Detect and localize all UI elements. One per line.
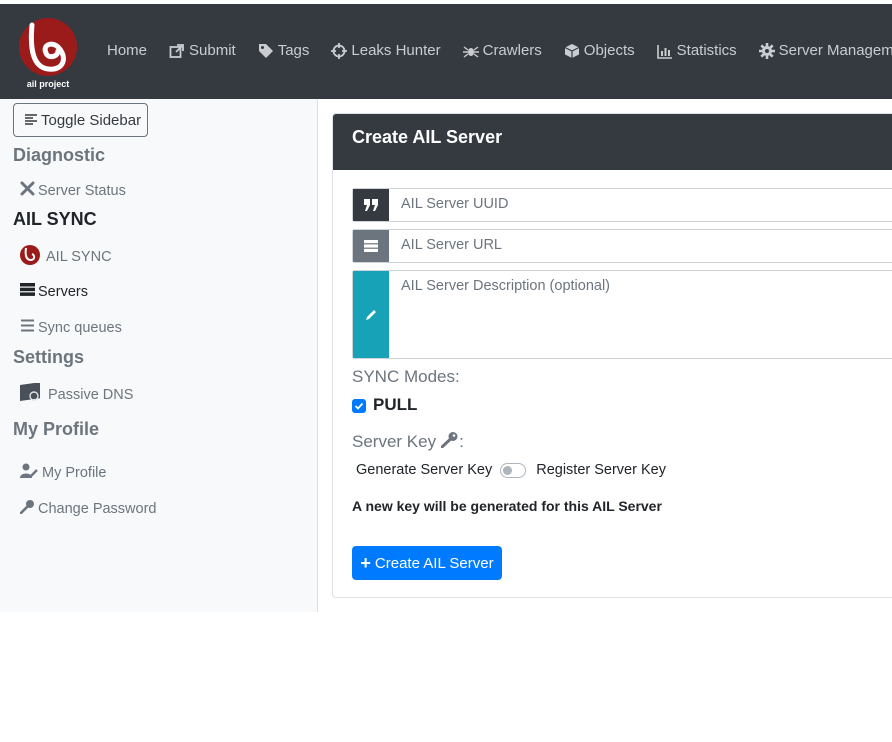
server-icon <box>20 283 35 300</box>
passive-dns-icon <box>20 382 42 407</box>
nav-submit[interactable]: Submit <box>169 42 236 59</box>
sidebar-item-label: Change Password <box>38 500 157 517</box>
sidebar-item-ail-sync[interactable]: AIL SYNC <box>20 245 112 269</box>
nav-tags-label: Tags <box>277 42 310 59</box>
sidebar-item-servers[interactable]: Servers <box>20 283 88 300</box>
align-left-icon <box>24 113 38 127</box>
sidebar-item-change-password[interactable]: Change Password <box>19 499 157 518</box>
crosshairs-icon <box>331 42 348 59</box>
url-placeholder: AIL Server URL <box>401 237 502 253</box>
nav-objects[interactable]: Objects <box>564 42 635 59</box>
create-server-label: Create AIL Server <box>374 554 494 572</box>
chart-icon <box>656 43 673 59</box>
tag-icon <box>258 43 274 59</box>
server-description-textarea[interactable]: AIL Server Description (optional) <box>352 270 892 359</box>
section-my-profile: My Profile <box>13 419 100 439</box>
card-title: Create AIL Server <box>352 127 503 147</box>
register-key-label: Register Server Key <box>536 462 666 478</box>
gear-icon <box>758 42 775 59</box>
user-edit-icon <box>20 463 39 482</box>
sidebar: Toggle Sidebar Diagnostic Server Status … <box>0 99 318 612</box>
nav-home[interactable]: Home <box>107 42 147 59</box>
generate-key-label: Generate Server Key <box>356 462 493 478</box>
sidebar-item-label: Server Status <box>38 182 126 199</box>
pull-checkbox[interactable] <box>352 399 366 413</box>
logo-text: ail project <box>27 79 70 89</box>
uuid-placeholder: AIL Server UUID <box>401 196 509 212</box>
description-placeholder: AIL Server Description (optional) <box>401 278 610 294</box>
server-key-label: Server Key <box>352 432 437 451</box>
external-link-icon <box>169 43 185 59</box>
quote-icon <box>353 189 389 221</box>
sidebar-item-my-profile[interactable]: My Profile <box>20 463 106 482</box>
spider-icon <box>462 43 479 59</box>
cube-icon <box>564 43 580 59</box>
toggle-sidebar-button[interactable]: Toggle Sidebar <box>13 103 148 137</box>
sidebar-item-label: Servers <box>38 283 88 300</box>
key-icon <box>440 431 459 453</box>
server-url-input[interactable]: AIL Server URL <box>352 229 892 263</box>
sidebar-item-sync-queues[interactable]: Sync queues <box>20 319 122 336</box>
nav-server-management[interactable]: Server Management <box>758 42 892 59</box>
list-icon <box>20 319 35 336</box>
nav-home-label: Home <box>107 42 148 59</box>
sidebar-item-server-status[interactable]: Server Status <box>20 181 126 200</box>
sidebar-item-label: Sync queues <box>38 319 122 336</box>
nav-statistics[interactable]: Statistics <box>656 42 737 59</box>
main-nav: Home Submit Tags Leaks Hunter Crawlers O… <box>107 42 892 59</box>
check-icon <box>354 402 364 410</box>
nav-tags[interactable]: Tags <box>258 42 310 59</box>
nav-leaks-label: Leaks Hunter <box>351 42 441 59</box>
nav-objects-label: Objects <box>583 42 635 59</box>
section-ail-sync: AIL SYNC <box>13 209 97 229</box>
sidebar-item-label: AIL SYNC <box>46 249 112 265</box>
nav-crawlers[interactable]: Crawlers <box>462 42 542 59</box>
server-key-switch-row: Generate Server Key Register Server Key <box>356 462 666 478</box>
sync-modes-label: SYNC Modes: <box>352 367 460 386</box>
nav-leaks-hunter[interactable]: Leaks Hunter <box>331 42 441 59</box>
key-icon <box>19 499 35 518</box>
top-navbar: ail project Home Submit Tags Leaks Hunte… <box>0 4 892 99</box>
toggle-knob <box>503 465 513 475</box>
server-key-heading: Server Key : <box>352 431 464 453</box>
register-key-toggle[interactable] <box>500 462 527 478</box>
nav-statistics-label: Statistics <box>676 42 737 59</box>
sidebar-item-label: Passive DNS <box>48 387 134 403</box>
section-diagnostic: Diagnostic <box>13 145 106 165</box>
card-header: Create AIL Server <box>333 114 892 170</box>
create-server-button[interactable]: + Create AIL Server <box>352 546 502 580</box>
server-icon <box>353 230 389 262</box>
nav-server-management-label: Server Management <box>778 42 892 59</box>
pencil-icon <box>353 271 389 358</box>
toggle-sidebar-label: Toggle Sidebar <box>41 111 142 129</box>
nav-submit-label: Submit <box>189 42 236 59</box>
key-notice: A new key will be generated for this AIL… <box>352 498 662 514</box>
ail-logo[interactable]: ail project <box>18 17 78 89</box>
sidebar-item-label: My Profile <box>42 464 107 481</box>
ail-sync-icon <box>20 245 40 269</box>
plus-icon: + <box>360 552 371 573</box>
colon: : <box>459 432 464 451</box>
create-server-card: Create AIL Server AIL Server UUID AIL Se… <box>332 113 892 598</box>
nav-crawlers-label: Crawlers <box>482 42 542 59</box>
section-settings: Settings <box>13 347 85 367</box>
sidebar-item-passive-dns[interactable]: Passive DNS <box>20 382 134 407</box>
pull-label[interactable]: PULL <box>373 395 417 415</box>
tools-icon <box>20 181 35 200</box>
server-uuid-input[interactable]: AIL Server UUID <box>352 188 892 222</box>
